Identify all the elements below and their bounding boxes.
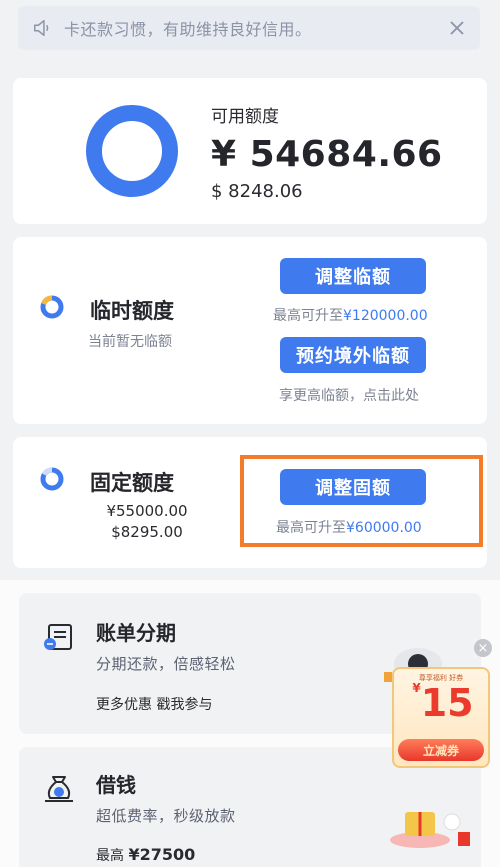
installment-desc: 分期还款，倍感轻松: [96, 655, 236, 673]
temp-limit-card: 临时额度 当前暂无临额 调整临额 最高可升至¥120000.00 预约境外临额 …: [13, 237, 487, 424]
temp-limit-hint: 最高可升至¥120000.00: [273, 308, 428, 324]
fixed-limit-pie-icon: [40, 467, 64, 491]
temp-limit-pie-icon: [40, 295, 64, 319]
fixed-limit-title: 固定额度: [90, 471, 174, 495]
available-amount: ¥ 54684.66: [211, 134, 443, 175]
loan-title: 借钱: [96, 773, 136, 797]
gift-box-illustration: [390, 812, 470, 848]
promo-claim-button[interactable]: 立减券: [398, 739, 484, 761]
fixed-limit-usd: $8295.00: [111, 523, 183, 541]
close-icon[interactable]: [448, 19, 466, 37]
speaker-icon: [34, 19, 49, 37]
reserve-overseas-limit-button[interactable]: 预约境外临额: [280, 337, 426, 373]
fixed-limit-values: ¥55000.00 $8295.00: [97, 501, 197, 543]
available-label: 可用额度: [211, 107, 279, 127]
money-bag-icon: [45, 776, 73, 802]
installment-title: 账单分期: [96, 621, 176, 645]
highlight-box: [240, 455, 483, 547]
promo-close-icon[interactable]: ×: [474, 639, 492, 657]
temp-limit-title: 临时额度: [90, 299, 174, 323]
adjust-temp-limit-button[interactable]: 调整临额: [280, 258, 426, 294]
notice-bar: 卡还款习惯，有助维持良好信用。: [18, 6, 480, 50]
temp-limit-subtitle: 当前暂无临额: [88, 334, 172, 350]
reserve-hint[interactable]: 享更高临额，点击此处: [279, 385, 419, 405]
available-usd: $ 8248.06: [211, 181, 303, 202]
notice-text: 卡还款习惯，有助维持良好信用。: [64, 20, 312, 39]
installment-icon: [44, 624, 72, 650]
loan-desc: 超低费率，秒级放款: [96, 807, 236, 825]
promo-coupon[interactable]: 尊享福利 好券 ¥15 立减券: [392, 667, 490, 768]
credit-ring-icon: [86, 105, 178, 197]
installment-extra[interactable]: 更多优惠 戳我参与: [96, 694, 212, 714]
available-credit-card: 可用额度 ¥ 54684.66 $ 8248.06: [13, 78, 487, 224]
loan-extra: 最高 ¥27500: [96, 845, 196, 864]
promo-amount: ¥15: [412, 681, 474, 725]
fixed-limit-cny: ¥55000.00: [106, 502, 188, 520]
